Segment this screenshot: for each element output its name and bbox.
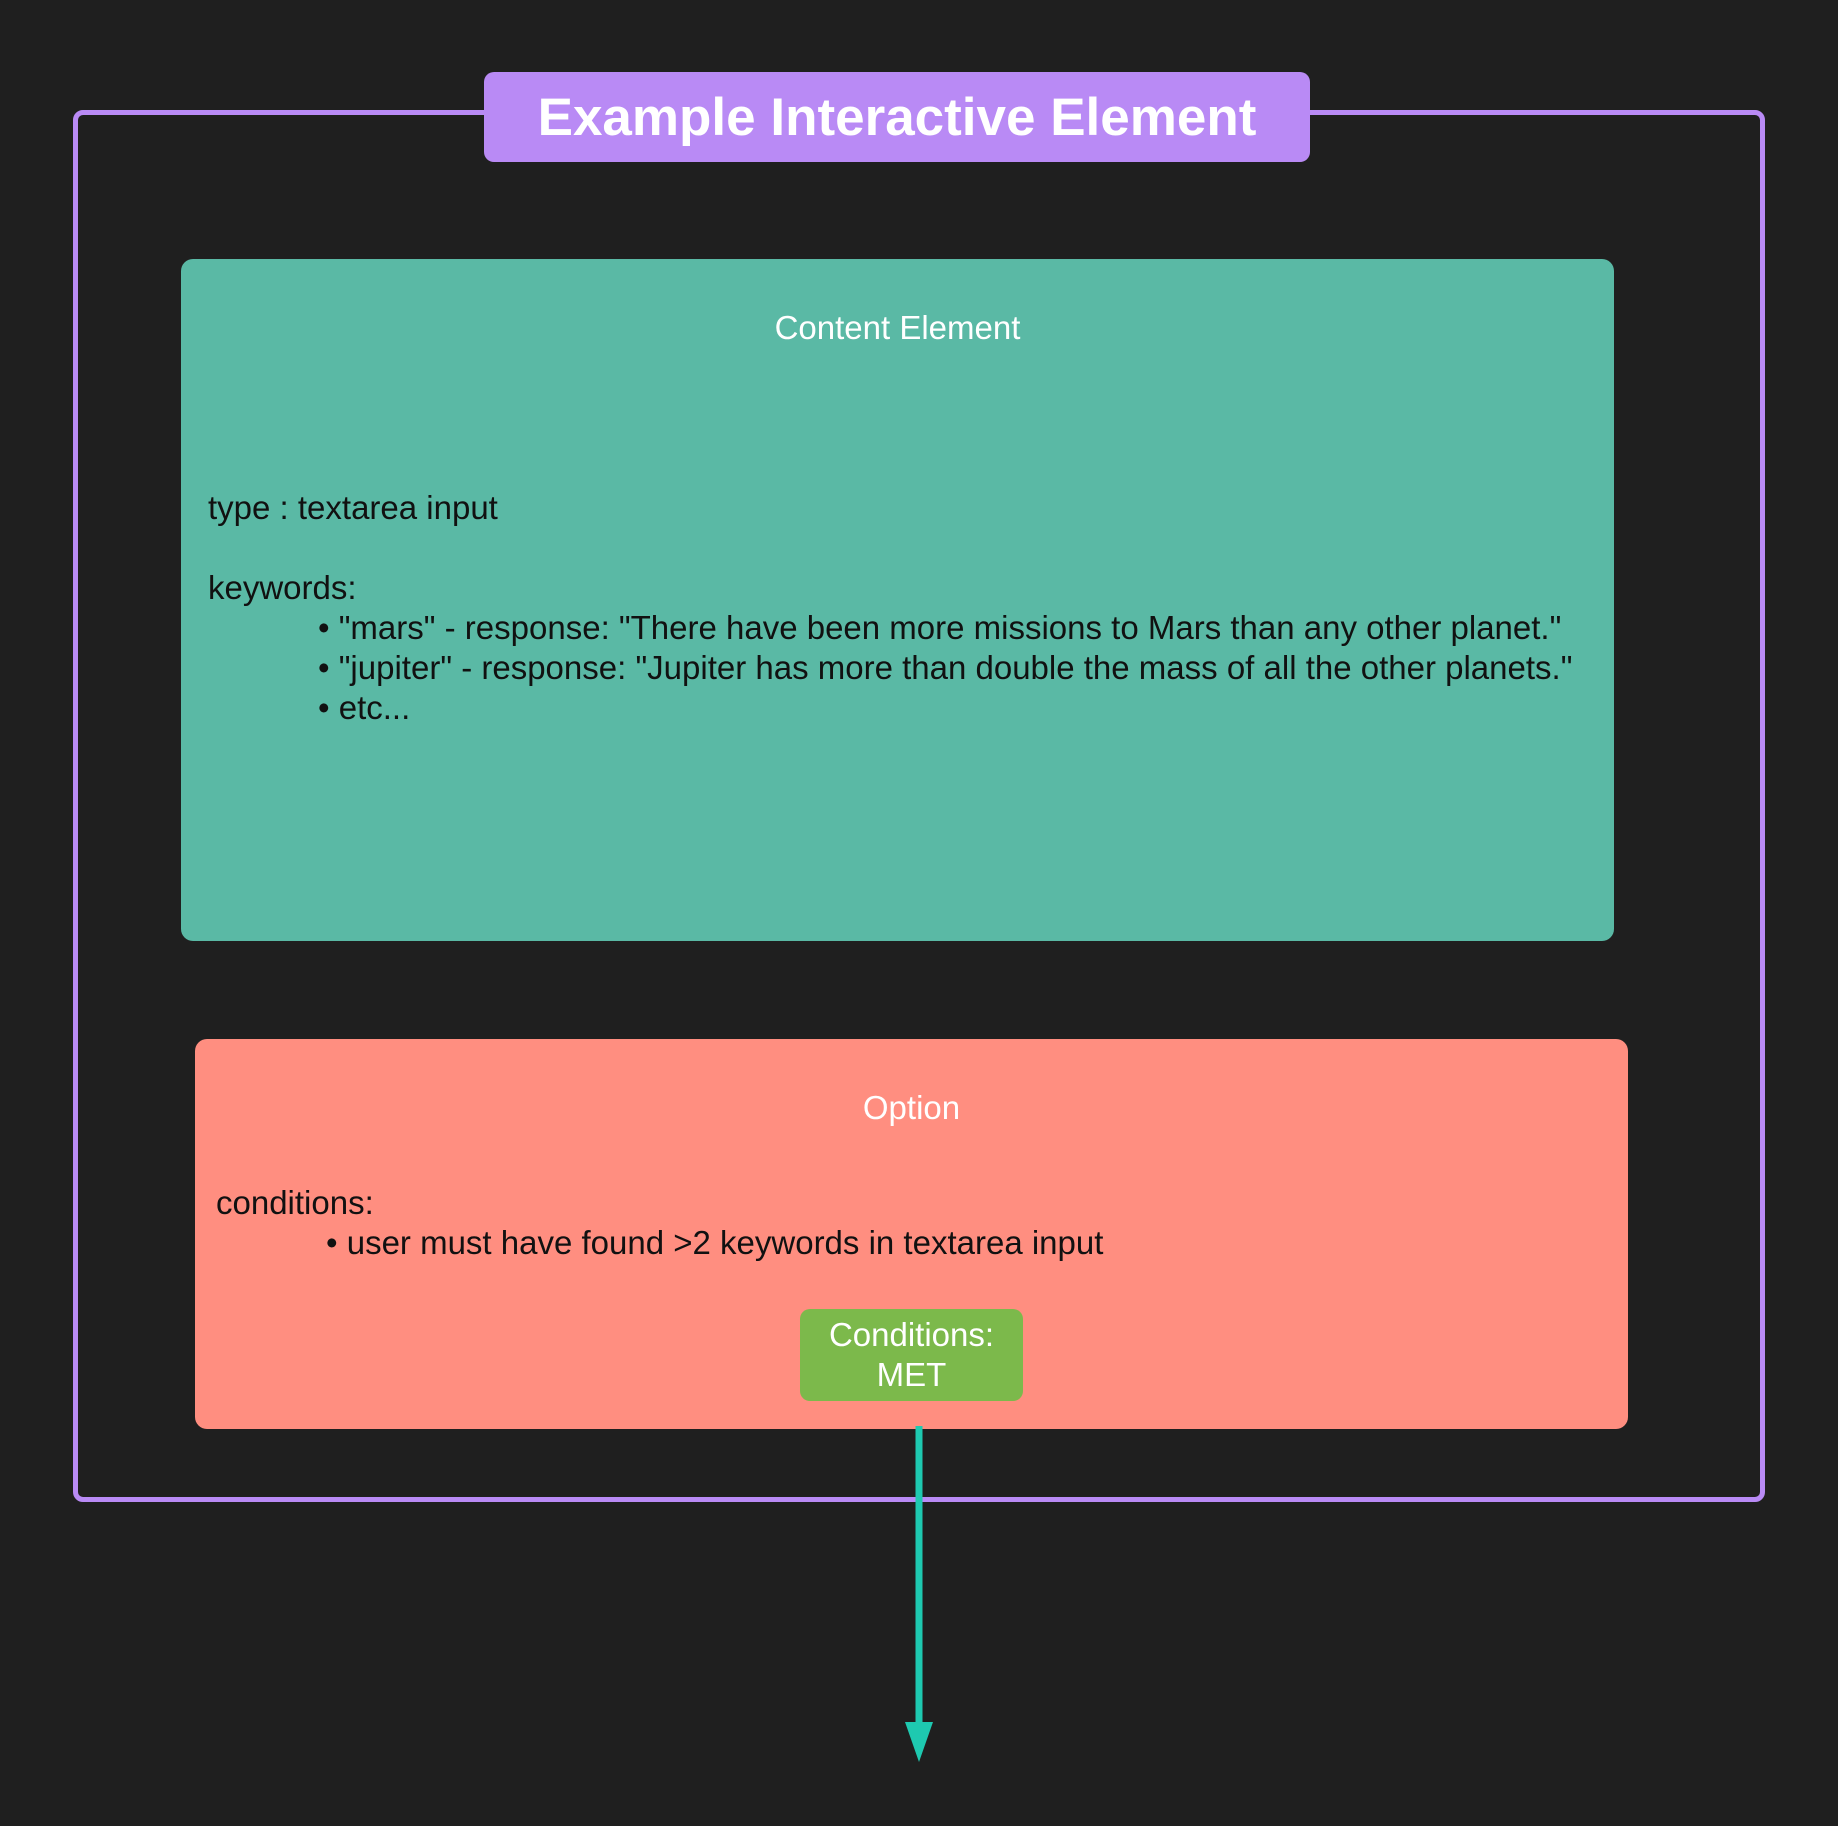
flow-arrow bbox=[905, 1426, 933, 1762]
arrow-head-icon bbox=[905, 1722, 933, 1762]
